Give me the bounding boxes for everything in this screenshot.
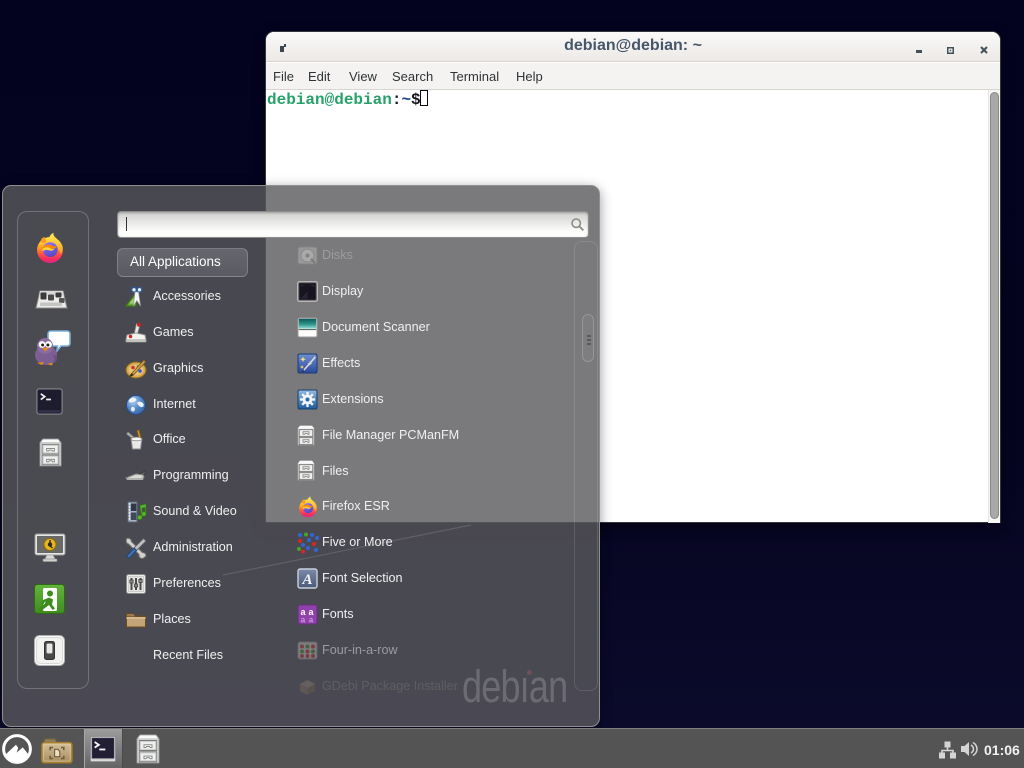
svg-text:a: a (309, 616, 314, 625)
svg-text:a: a (301, 616, 306, 625)
